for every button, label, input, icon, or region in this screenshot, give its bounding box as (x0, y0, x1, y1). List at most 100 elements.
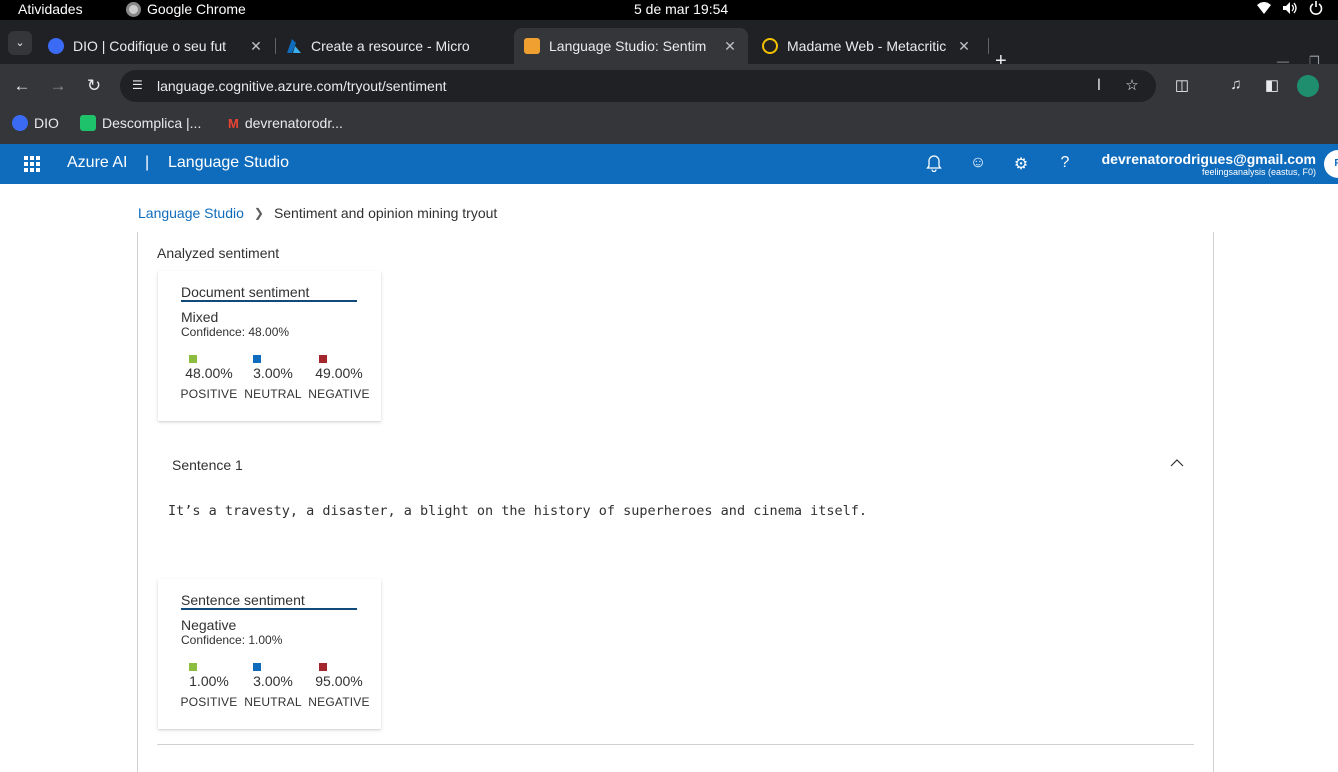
bookmark-star-icon[interactable]: ☆ (1122, 76, 1142, 96)
negative-metric: 49.00% NEGATIVE (304, 355, 374, 401)
tab-title: DIO | Codifique o seu fut (73, 38, 227, 54)
app-header: Azure AI | Language Studio ☺ ⚙ ? devrena… (0, 144, 1338, 184)
bookmarks-bar: DIO Descomplica |... M devrenatorodr... (0, 108, 1338, 144)
system-top-bar: Atividades Google Chrome 5 de mar 19:54 (0, 0, 1338, 20)
neutral-swatch (253, 663, 261, 671)
close-icon[interactable]: ✕ (956, 38, 972, 55)
account-email: devrenatorodrigues@gmail.com (1101, 151, 1316, 167)
negative-label: NEGATIVE (308, 387, 370, 401)
positive-label: POSITIVE (180, 695, 238, 709)
activities-button[interactable]: Atividades (18, 1, 83, 17)
tab-title: Language Studio: Sentim (549, 38, 707, 54)
active-app-name: Google Chrome (147, 1, 246, 17)
sentiment-label: Negative (181, 617, 237, 633)
descomplica-icon (80, 115, 96, 131)
bookmark-label: Descomplica |... (102, 115, 202, 131)
tab-language-studio[interactable]: Language Studio: Sentim ✕ (514, 28, 748, 64)
account-info[interactable]: devrenatorodrigues@gmail.com feelingsana… (1102, 151, 1316, 177)
metacritic-favicon-icon (762, 38, 778, 54)
confidence-text: Confidence: 48.00% (181, 325, 290, 339)
neutral-metric: 3.00% NEUTRAL (238, 663, 308, 709)
positive-swatch (189, 355, 197, 363)
negative-value: 49.00% (315, 365, 363, 381)
azure-favicon-icon (286, 38, 302, 54)
chrome-icon (126, 1, 141, 17)
tab-dio[interactable]: DIO | Codifique o seu fut ✕ (38, 28, 274, 64)
bookmark-dio[interactable]: DIO (12, 115, 59, 131)
negative-label: NEGATIVE (308, 695, 370, 709)
media-controls-icon[interactable]: ♫ (1226, 76, 1246, 96)
language-studio-favicon-icon (524, 38, 540, 54)
neutral-value: 3.00% (253, 365, 293, 381)
tab-create-resource[interactable]: Create a resource - Micro (276, 28, 512, 64)
feedback-smiley-icon[interactable]: ☺ (968, 154, 988, 174)
close-icon[interactable]: ✕ (722, 38, 738, 55)
dio-icon (12, 115, 28, 131)
site-info-icon[interactable]: ☰ (132, 78, 148, 94)
side-panel-icon[interactable]: ◧ (1262, 76, 1282, 96)
translate-icon[interactable]: ا (1089, 76, 1109, 96)
card-title: Document sentiment (181, 284, 357, 302)
sentence-text: It’s a travesty, a disaster, a blight on… (168, 503, 867, 519)
chevron-down-icon: ⌄ (15, 37, 25, 49)
breadcrumb-current: Sentiment and opinion mining tryout (273, 205, 498, 221)
breadcrumb-language-studio[interactable]: Language Studio (138, 205, 244, 221)
card-title: Sentence sentiment (181, 592, 357, 610)
confidence-text: Confidence: 1.00% (181, 633, 283, 647)
sentence-sentiment-card: Sentence sentiment Negative Confidence: … (158, 579, 381, 729)
positive-swatch (189, 663, 197, 671)
wifi-icon (1256, 1, 1272, 15)
sentiment-label: Mixed (181, 309, 219, 325)
active-app-indicator[interactable]: Google Chrome (126, 1, 246, 17)
clock[interactable]: 5 de mar 19:54 (634, 1, 728, 17)
chevron-right-icon: ❯ (253, 206, 264, 220)
tab-search-button[interactable]: ⌄ (8, 31, 32, 55)
positive-label: POSITIVE (180, 387, 238, 401)
url-text[interactable]: language.cognitive.azure.com/tryout/sent… (157, 78, 447, 94)
negative-metric: 95.00% NEGATIVE (304, 663, 374, 709)
bookmark-descomplica[interactable]: Descomplica |... (80, 115, 201, 131)
power-icon (1308, 1, 1324, 15)
browser-toolbar: ← → ↻ ☰ language.cognitive.azure.com/try… (0, 64, 1338, 108)
breadcrumb: Language Studio ❯ Sentiment and opinion … (138, 205, 497, 221)
reload-button[interactable]: ↻ (82, 74, 106, 98)
gmail-icon: M (228, 115, 239, 131)
account-resource: feelingsanalysis (eastus, F0) (1201, 167, 1316, 177)
bookmark-label: devrenatorodr... (244, 115, 343, 131)
tab-metacritic[interactable]: Madame Web - Metacritic ✕ (752, 28, 982, 64)
back-button[interactable]: ← (10, 74, 34, 98)
neutral-metric: 3.00% NEUTRAL (238, 355, 308, 401)
tab-title: Create a resource - Micro (311, 38, 470, 54)
section-divider (157, 744, 1194, 745)
volume-icon (1282, 1, 1298, 15)
dio-favicon-icon (48, 38, 64, 54)
notifications-bell-icon[interactable] (924, 154, 944, 174)
negative-swatch (319, 355, 327, 363)
app-launcher-icon[interactable] (24, 156, 40, 172)
tab-strip: ⌄ DIO | Codifique o seu fut ✕ Create a r… (0, 20, 1338, 72)
neutral-swatch (253, 355, 261, 363)
positive-metric: 1.00% POSITIVE (174, 663, 244, 709)
neutral-label: NEUTRAL (244, 695, 302, 709)
brand-name[interactable]: Azure AI (67, 154, 127, 172)
close-icon[interactable]: ✕ (248, 38, 264, 55)
forward-button[interactable]: → (46, 74, 70, 98)
help-icon[interactable]: ? (1055, 154, 1075, 174)
neutral-value: 3.00% (253, 673, 293, 689)
profile-avatar[interactable] (1297, 75, 1319, 97)
bookmark-gmail[interactable]: M devrenatorodr... (228, 115, 343, 131)
positive-metric: 48.00% POSITIVE (174, 355, 244, 401)
sentence-accordion-header[interactable]: Sentence 1 (172, 457, 243, 473)
tab-title: Madame Web - Metacritic (787, 38, 947, 54)
extensions-icon[interactable]: ◫ (1172, 76, 1192, 96)
product-name[interactable]: Language Studio (168, 154, 289, 172)
chevron-up-icon[interactable] (1168, 456, 1186, 474)
section-title: Analyzed sentiment (157, 245, 280, 261)
address-bar[interactable]: ☰ language.cognitive.azure.com/tryout/se… (120, 70, 1156, 102)
brand-separator: | (145, 154, 150, 171)
document-sentiment-card: Document sentiment Mixed Confidence: 48.… (158, 271, 381, 421)
system-tray[interactable] (1256, 1, 1324, 15)
bookmark-label: DIO (34, 115, 59, 131)
positive-value: 1.00% (189, 673, 229, 689)
settings-gear-icon[interactable]: ⚙ (1011, 154, 1031, 174)
